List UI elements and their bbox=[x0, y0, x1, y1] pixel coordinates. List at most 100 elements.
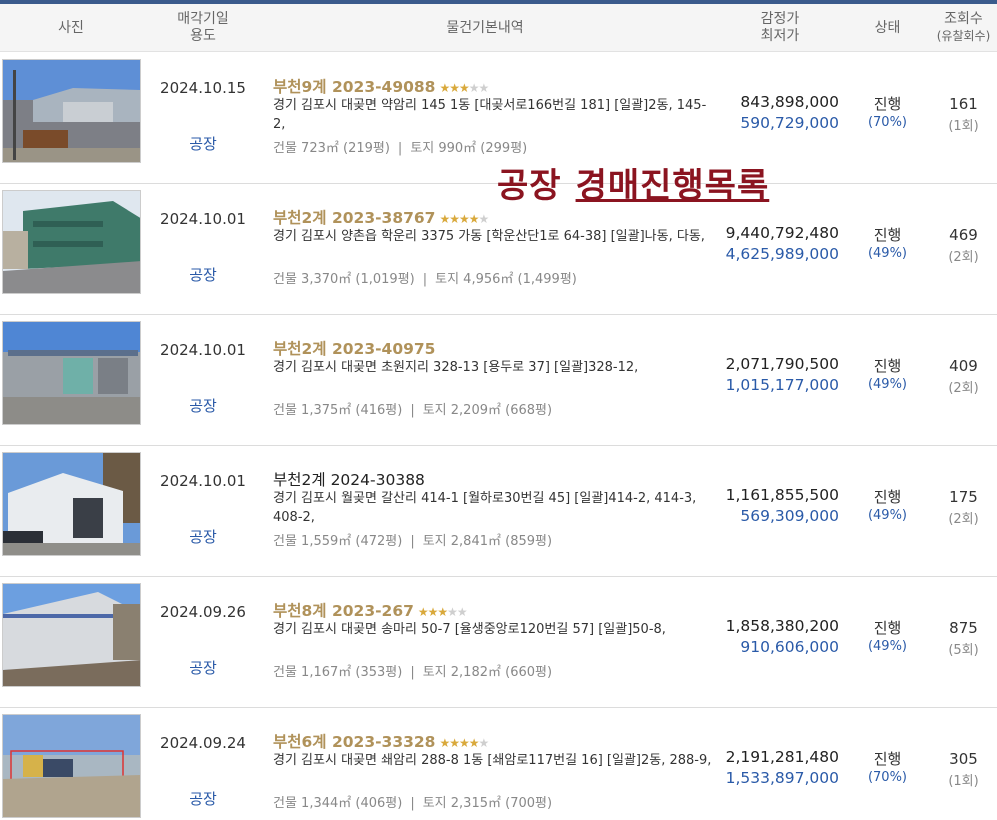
header-price: 감정가 최저가 bbox=[720, 11, 840, 45]
header-date: 매각기일 용도 bbox=[148, 11, 258, 45]
case-number-link[interactable]: 부천9계 2023-49088 ★★★★★ bbox=[273, 75, 489, 97]
case-number[interactable]: 부천2계 2023-38767 bbox=[273, 209, 435, 227]
minimum-price: 910,606,000 bbox=[740, 638, 839, 656]
property-photo[interactable] bbox=[2, 59, 141, 163]
property-photo[interactable] bbox=[2, 714, 141, 818]
land-area: 토지 4,956㎡ (1,499평) bbox=[435, 272, 577, 287]
area-info: 건물 723㎡ (219평) | 토지 990㎡ (299평) bbox=[273, 137, 527, 156]
case-number-link[interactable]: 부천2계 2023-40975 bbox=[273, 337, 435, 359]
header-status: 상태 bbox=[874, 20, 901, 36]
property-address: 경기 김포시 양촌읍 학운리 3375 가동 [학운산단1로 64-38] [일… bbox=[273, 229, 705, 244]
appraisal-price: 1,858,380,200 bbox=[725, 617, 839, 635]
divider: | bbox=[410, 534, 415, 549]
status-badge: 진행 bbox=[873, 226, 902, 244]
fail-count: (2회) bbox=[948, 512, 979, 527]
price-rate: (70%) bbox=[867, 770, 908, 785]
fail-count: (5회) bbox=[948, 643, 979, 658]
case-number-link[interactable]: 부천6계 2023-33328 ★★★★★ bbox=[273, 730, 489, 752]
header-views-label: 조회수 bbox=[944, 11, 983, 27]
table-row[interactable]: 2024.10.01 공장 부천2계 2024-30388 경기 김포시 월곶면… bbox=[0, 446, 997, 577]
building-area: 건물 1,559㎡ (472평) bbox=[273, 534, 403, 549]
table-row[interactable]: 2024.09.24 공장 부천6계 2023-33328 ★★★★★ 경기 김포… bbox=[0, 708, 997, 820]
usage-label[interactable]: 공장 bbox=[148, 788, 258, 809]
divider: | bbox=[410, 403, 415, 418]
case-number-link[interactable]: 부천2계 2023-38767 ★★★★★ bbox=[273, 206, 489, 228]
land-area: 토지 2,841㎡ (859평) bbox=[422, 534, 553, 549]
header-views: 조회수 (유찰회수) bbox=[930, 11, 997, 45]
status-badge: 진행 bbox=[873, 619, 902, 637]
overlay-word-list: 경매진행목록 bbox=[575, 166, 770, 206]
area-info: 건물 1,559㎡ (472평) | 토지 2,841㎡ (859평) bbox=[273, 530, 552, 549]
divider: | bbox=[397, 141, 403, 156]
land-area: 토지 2,315㎡ (700평) bbox=[422, 796, 553, 811]
usage-label[interactable]: 공장 bbox=[148, 657, 258, 678]
header-minimum-label: 최저가 bbox=[760, 28, 800, 44]
view-count: 305 bbox=[949, 750, 978, 768]
minimum-price: 590,729,000 bbox=[740, 114, 839, 132]
rating-stars-icon: ★★★★★ bbox=[439, 212, 489, 226]
fail-count: (1회) bbox=[948, 774, 979, 789]
appraisal-price: 843,898,000 bbox=[740, 93, 839, 111]
case-number[interactable]: 부천8계 2023-267 bbox=[273, 602, 414, 620]
area-info: 건물 1,375㎡ (416평) | 토지 2,209㎡ (668평) bbox=[273, 399, 552, 418]
property-photo[interactable] bbox=[2, 321, 141, 425]
building-area: 건물 3,370㎡ (1,019평) bbox=[273, 272, 415, 287]
property-photo[interactable] bbox=[2, 452, 141, 556]
auction-date: 2024.10.15 bbox=[160, 79, 246, 97]
auction-date: 2024.09.26 bbox=[160, 603, 246, 621]
fail-count: (1회) bbox=[948, 119, 979, 134]
land-area: 토지 990㎡ (299평) bbox=[410, 141, 528, 156]
minimum-price: 569,309,000 bbox=[740, 507, 839, 525]
case-number-link[interactable]: 부천8계 2023-267 ★★★★★ bbox=[273, 599, 468, 621]
usage-label[interactable]: 공장 bbox=[148, 395, 258, 416]
property-photo[interactable] bbox=[2, 583, 141, 687]
divider: | bbox=[410, 665, 415, 680]
view-count: 175 bbox=[949, 488, 978, 506]
property-address: 경기 김포시 대곶면 쇄암리 288-8 1동 [쇄암로117번길 16] [일… bbox=[273, 753, 712, 768]
header-date-label: 매각기일 bbox=[177, 11, 229, 27]
case-number[interactable]: 부천2계 2023-40975 bbox=[273, 340, 435, 358]
minimum-price: 1,533,897,000 bbox=[725, 769, 839, 787]
header-info: 물건기본내역 bbox=[446, 20, 524, 36]
auction-date: 2024.09.24 bbox=[160, 734, 246, 752]
price-rate: (49%) bbox=[867, 246, 908, 261]
usage-label[interactable]: 공장 bbox=[148, 526, 258, 547]
property-photo[interactable] bbox=[2, 190, 141, 294]
divider: | bbox=[422, 272, 428, 287]
usage-label[interactable]: 공장 bbox=[148, 264, 258, 285]
building-area: 건물 1,375㎡ (416평) bbox=[273, 403, 403, 418]
property-address: 경기 김포시 대곶면 초원지리 328-13 [용두로 37] [일괄]328-… bbox=[273, 360, 639, 375]
usage-label[interactable]: 공장 bbox=[148, 133, 258, 154]
auction-date: 2024.10.01 bbox=[160, 472, 246, 490]
appraisal-price: 9,440,792,480 bbox=[725, 224, 839, 242]
view-count: 469 bbox=[949, 226, 978, 244]
overlay-word-factory: 공장 bbox=[497, 166, 562, 206]
building-area: 건물 1,167㎡ (353평) bbox=[273, 665, 403, 680]
divider: | bbox=[410, 796, 415, 811]
view-count: 875 bbox=[949, 619, 978, 637]
status-badge: 진행 bbox=[873, 357, 902, 375]
property-address: 경기 김포시 월곶면 갈산리 414-1 [월하로30번길 45] [일괄]41… bbox=[273, 491, 697, 525]
case-number[interactable]: 부천6계 2023-33328 bbox=[273, 733, 435, 751]
fail-count: (2회) bbox=[948, 381, 979, 396]
status-badge: 진행 bbox=[873, 750, 902, 768]
price-rate: (49%) bbox=[867, 377, 908, 392]
rating-stars-icon: ★★★★★ bbox=[417, 605, 468, 619]
area-info: 건물 3,370㎡ (1,019평) | 토지 4,956㎡ (1,499평) bbox=[273, 268, 577, 287]
appraisal-price: 1,161,855,500 bbox=[725, 486, 839, 504]
case-number[interactable]: 부천9계 2023-49088 bbox=[273, 78, 435, 96]
table-row[interactable]: 2024.09.26 공장 부천8계 2023-267 ★★★★★ 경기 김포시 … bbox=[0, 577, 997, 708]
status-badge: 진행 bbox=[873, 488, 902, 506]
minimum-price: 1,015,177,000 bbox=[725, 376, 839, 394]
minimum-price: 4,625,989,000 bbox=[725, 245, 839, 263]
rating-stars-icon: ★★★★★ bbox=[439, 736, 489, 750]
area-info: 건물 1,167㎡ (353평) | 토지 2,182㎡ (660평) bbox=[273, 661, 552, 680]
header-photo: 사진 bbox=[58, 20, 84, 36]
auction-date: 2024.10.01 bbox=[160, 341, 246, 359]
case-number[interactable]: 부천2계 2024-30388 bbox=[273, 471, 425, 489]
case-number-link[interactable]: 부천2계 2024-30388 bbox=[273, 468, 425, 490]
header-fails-label: (유찰회수) bbox=[936, 29, 991, 43]
table-row[interactable]: 2024.10.01 공장 부천2계 2023-40975 경기 김포시 대곶면… bbox=[0, 315, 997, 446]
building-area: 건물 723㎡ (219평) bbox=[273, 141, 390, 156]
fail-count: (2회) bbox=[948, 250, 979, 265]
